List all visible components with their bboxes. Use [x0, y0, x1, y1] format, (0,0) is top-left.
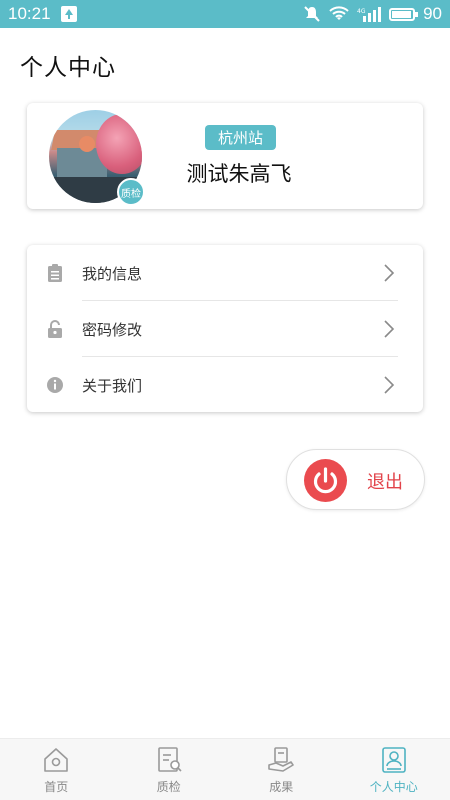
- menu-item-label: 密码修改: [82, 320, 143, 339]
- nav-item-inspection[interactable]: 质检: [113, 739, 226, 800]
- battery-icon: [389, 7, 419, 21]
- status-bar: 10:21 4G 90: [0, 0, 450, 28]
- nav-label: 成果: [269, 780, 294, 794]
- mute-bell-icon: [304, 6, 320, 22]
- chevron-right-icon: [384, 264, 395, 282]
- chevron-right-icon: [384, 376, 395, 394]
- lock-icon: [48, 320, 62, 338]
- nav-item-home[interactable]: 首页: [0, 739, 113, 800]
- battery-level: 90: [423, 4, 442, 23]
- nav-item-results[interactable]: 成果: [225, 739, 338, 800]
- menu-item-my-info[interactable]: 我的信息: [27, 245, 423, 301]
- wifi-icon: [329, 6, 349, 20]
- power-icon: [304, 459, 347, 502]
- status-time: 10:21: [8, 4, 51, 23]
- nav-label: 个人中心: [369, 780, 418, 794]
- inspection-icon: [157, 747, 182, 772]
- menu-item-label: 我的信息: [82, 264, 143, 283]
- cell-signal-icon: 4G: [357, 7, 382, 22]
- logout-label: 退出: [367, 472, 403, 493]
- profile-card: 质检 杭州站 测试朱高飞: [27, 103, 423, 209]
- clipboard-icon: [48, 264, 62, 282]
- home-icon: [44, 748, 69, 772]
- menu-item-label: 关于我们: [82, 376, 143, 395]
- user-name: 测试朱高飞: [186, 162, 292, 186]
- role-badge: 质检: [117, 178, 145, 206]
- network-type-label: 4G: [357, 8, 366, 15]
- bottom-nav: 首页 质检 成果 个人中心: [0, 738, 450, 800]
- upload-notification-icon: [60, 6, 77, 22]
- nav-item-profile[interactable]: 个人中心: [338, 739, 450, 800]
- nav-label: 质检: [156, 780, 181, 794]
- menu-item-about-us[interactable]: 关于我们: [27, 357, 423, 413]
- profile-icon: [381, 747, 406, 773]
- info-icon: [47, 377, 63, 393]
- logout-button[interactable]: 退出: [286, 449, 425, 510]
- menu-card: 我的信息 密码修改 关于我们: [27, 245, 423, 412]
- station-tag: 杭州站: [205, 125, 277, 150]
- chevron-right-icon: [384, 320, 395, 338]
- nav-label: 首页: [44, 780, 69, 794]
- menu-item-change-password[interactable]: 密码修改: [27, 301, 423, 357]
- page-title: 个人中心: [20, 55, 116, 81]
- results-icon: [268, 747, 295, 772]
- status-icons: 4G 90: [303, 4, 442, 24]
